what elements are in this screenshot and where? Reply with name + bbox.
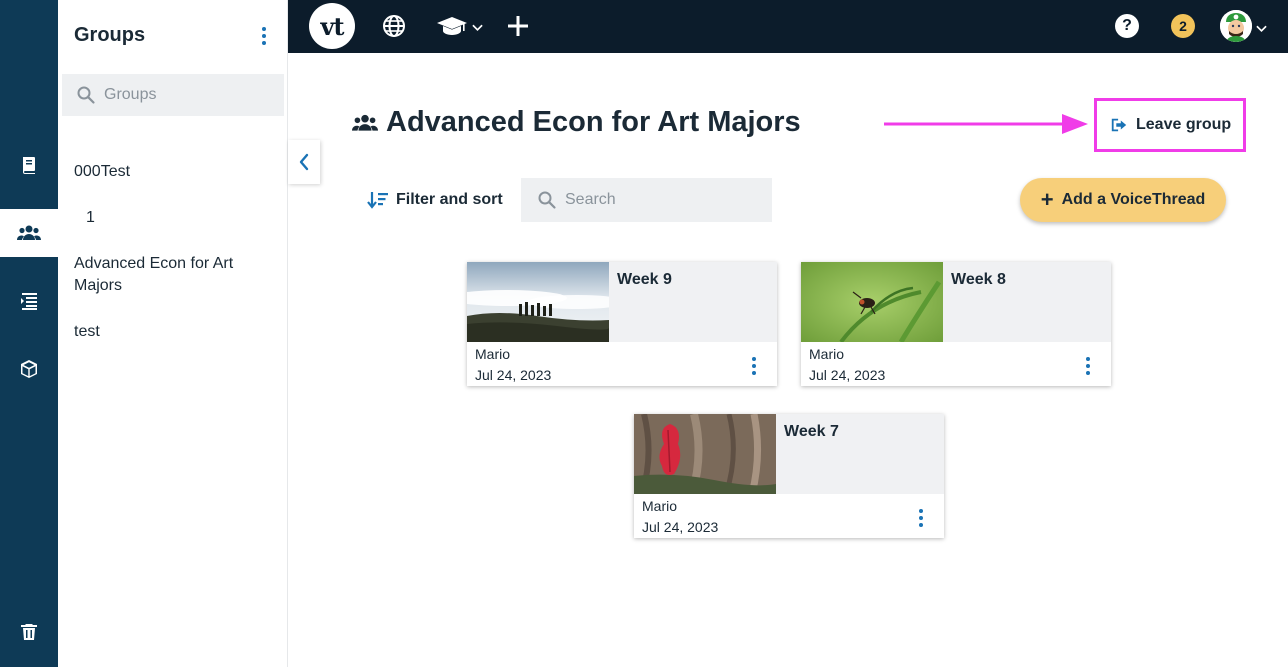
trash-nav-button[interactable] xyxy=(0,608,58,656)
box-icon xyxy=(21,360,37,378)
kebab-icon xyxy=(1086,357,1090,375)
card-thumbnail[interactable] xyxy=(801,262,943,342)
users-icon xyxy=(17,225,41,240)
browse-button[interactable] xyxy=(382,12,406,40)
search-input[interactable]: Search xyxy=(521,178,772,222)
card-thumbnail[interactable] xyxy=(634,414,776,494)
group-item[interactable]: 000Test xyxy=(74,161,264,183)
card-thumbnail[interactable] xyxy=(467,262,609,342)
icon-rail xyxy=(0,0,58,667)
courses-nav-button[interactable] xyxy=(0,277,58,325)
leave-group-label: Leave group xyxy=(1136,116,1232,133)
avatar[interactable] xyxy=(1220,10,1252,42)
sign-out-icon xyxy=(1111,118,1127,132)
search-placeholder: Search xyxy=(565,191,616,208)
group-item[interactable]: test xyxy=(74,321,264,343)
insect-on-plant-image xyxy=(801,262,943,342)
card-title-area[interactable]: Week 7 xyxy=(776,414,944,494)
add-voicethread-label: Add a VoiceThread xyxy=(1061,191,1206,208)
top-bar: vt ? 2 xyxy=(288,0,1288,53)
courses-menu-button[interactable] xyxy=(436,12,483,40)
kebab-icon xyxy=(752,357,756,375)
globe-icon xyxy=(383,15,405,37)
library-nav-button[interactable] xyxy=(0,141,58,189)
groups-panel-title: Groups xyxy=(74,24,146,46)
help-button[interactable]: ? xyxy=(1115,14,1139,38)
card-date: Jul 24, 2023 xyxy=(475,367,552,383)
card-date: Jul 24, 2023 xyxy=(809,367,886,383)
sort-icon xyxy=(367,192,388,209)
filter-sort-label: Filter and sort xyxy=(396,191,503,208)
card-menu-button[interactable] xyxy=(747,356,761,376)
chevron-down-icon xyxy=(1256,25,1267,33)
groups-nav-button[interactable] xyxy=(0,209,58,257)
card-title[interactable]: Week 8 xyxy=(951,271,1006,289)
plus-icon xyxy=(508,16,528,36)
plus-icon: + xyxy=(1040,187,1054,212)
card-title-area[interactable]: Week 8 xyxy=(943,262,1111,342)
chevron-down-icon xyxy=(472,24,483,32)
account-menu-caret[interactable] xyxy=(1256,20,1267,38)
voicethread-logo[interactable]: vt xyxy=(309,3,355,49)
trash-icon xyxy=(21,624,37,640)
collapse-panel-button[interactable] xyxy=(288,140,320,184)
red-plant-on-bark-image xyxy=(634,414,776,494)
filter-sort-button[interactable]: Filter and sort xyxy=(367,187,503,213)
page-title: Advanced Econ for Art Majors xyxy=(386,106,801,138)
card-date: Jul 24, 2023 xyxy=(642,519,719,535)
create-button[interactable] xyxy=(507,12,529,40)
groups-panel: Groups Groups 000Test 1 Advanced Econ fo… xyxy=(58,0,288,667)
groups-search-placeholder: Groups xyxy=(104,86,157,103)
users-icon xyxy=(352,114,378,131)
kebab-icon xyxy=(919,509,923,527)
add-voicethread-button[interactable]: + Add a VoiceThread xyxy=(1020,178,1226,222)
card-menu-button[interactable] xyxy=(914,508,928,528)
user-avatar-image xyxy=(1220,10,1252,42)
card-title[interactable]: Week 9 xyxy=(617,271,672,289)
fog-landscape-image xyxy=(467,262,609,342)
leave-group-button[interactable]: Leave group xyxy=(1110,112,1231,138)
book-icon xyxy=(23,157,35,174)
kebab-icon xyxy=(262,27,266,45)
search-icon xyxy=(538,191,556,209)
card-title[interactable]: Week 7 xyxy=(784,423,839,441)
card-owner: Mario xyxy=(475,346,511,362)
group-item[interactable]: Advanced Econ for Art Majors xyxy=(74,253,264,297)
voicethread-card[interactable]: Week 8 Mario Jul 24, 2023 xyxy=(801,262,1111,386)
search-icon xyxy=(77,86,95,104)
groups-menu-button[interactable] xyxy=(254,24,274,48)
card-menu-button[interactable] xyxy=(1081,356,1095,376)
list-icon xyxy=(21,293,37,310)
annotation-arrow xyxy=(884,114,1088,134)
graduation-cap-icon xyxy=(437,17,467,35)
card-title-area[interactable]: Week 9 xyxy=(609,262,777,342)
items-nav-button[interactable] xyxy=(0,345,58,393)
notifications-badge[interactable]: 2 xyxy=(1171,14,1195,38)
groups-search-input[interactable]: Groups xyxy=(62,74,284,116)
voicethread-card[interactable]: Week 9 Mario Jul 24, 2023 xyxy=(467,262,777,386)
card-owner: Mario xyxy=(809,346,845,362)
voicethread-card[interactable]: Week 7 Mario Jul 24, 2023 xyxy=(634,414,944,538)
group-item[interactable]: 1 xyxy=(86,207,276,229)
chevron-left-icon xyxy=(299,153,309,171)
page-header: Advanced Econ for Art Majors xyxy=(352,106,801,139)
card-owner: Mario xyxy=(642,498,678,514)
